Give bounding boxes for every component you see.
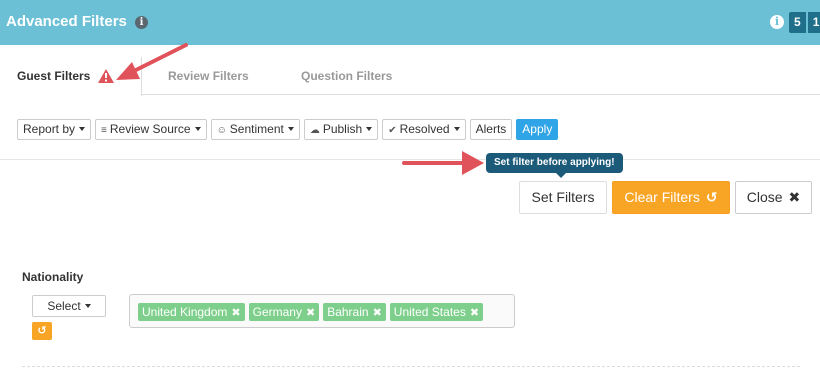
- rss-icon: ≡: [101, 125, 107, 136]
- reset-nationality-button[interactable]: ↺: [32, 322, 52, 340]
- tab-review-filters[interactable]: Review Filters: [168, 57, 249, 95]
- publish-label: Publish: [322, 122, 363, 136]
- undo-icon: ↺: [37, 325, 47, 337]
- top-header: Advanced Filters i i 5 1: [0, 0, 820, 45]
- review-source-label: Review Source: [109, 122, 191, 136]
- header-badge[interactable]: 5: [789, 12, 806, 33]
- tag-label: United Kingdom: [142, 305, 228, 319]
- nationality-tag: United Kingdom ✖: [138, 303, 245, 321]
- set-filters-label: Set Filters: [531, 189, 595, 205]
- remove-tag-icon[interactable]: ✖: [373, 307, 382, 319]
- remove-tag-icon[interactable]: ✖: [231, 307, 240, 319]
- close-button[interactable]: Close ✖: [735, 181, 812, 214]
- tab-label: Question Filters: [301, 69, 393, 83]
- alerts-button[interactable]: Alerts: [469, 119, 513, 140]
- caret-down-icon: [366, 127, 373, 131]
- section-divider: [22, 366, 800, 367]
- review-source-dropdown[interactable]: ≡ Review Source: [95, 119, 207, 140]
- header-badges: 5 1: [789, 12, 820, 33]
- clear-filters-label: Clear Filters: [624, 189, 700, 205]
- page-title: Advanced Filters: [6, 13, 127, 30]
- apply-label: Apply: [522, 122, 553, 136]
- tag-label: Bahrain: [327, 305, 369, 319]
- caret-down-icon: [194, 127, 201, 131]
- tab-guest-filters[interactable]: Guest Filters: [0, 57, 142, 96]
- tooltip-pointer: [556, 173, 566, 178]
- caret-down-icon: [453, 127, 460, 131]
- nationality-tag: Bahrain ✖: [323, 303, 386, 321]
- tab-label: Review Filters: [168, 69, 249, 83]
- header-badge[interactable]: 1: [807, 12, 820, 33]
- alerts-label: Alerts: [475, 122, 507, 136]
- smile-icon: ☺: [216, 125, 227, 136]
- caret-down-icon: [79, 127, 86, 131]
- close-icon: ✖: [788, 189, 801, 205]
- nationality-label: Nationality: [22, 270, 84, 284]
- info-icon[interactable]: i: [135, 16, 148, 29]
- tag-label: Germany: [252, 305, 302, 319]
- publish-dropdown[interactable]: ☁ Publish: [303, 119, 379, 140]
- info-icon[interactable]: i: [770, 15, 784, 29]
- nationality-tag: Germany ✖: [248, 303, 320, 321]
- tab-label: Guest Filters: [17, 69, 91, 83]
- undo-icon: ↺: [705, 189, 718, 205]
- select-label: Select: [47, 299, 81, 313]
- tab-question-filters[interactable]: Question Filters: [301, 57, 392, 95]
- clear-filters-button[interactable]: Clear Filters ↺: [612, 181, 730, 214]
- nationality-tag: United States ✖: [389, 303, 484, 321]
- resolved-label: Resolved: [399, 122, 450, 136]
- apply-button[interactable]: Apply: [516, 119, 559, 140]
- report-by-label: Report by: [23, 122, 76, 136]
- filter-tabs: Guest Filters Review Filters Question Fi…: [0, 57, 820, 96]
- sentiment-dropdown[interactable]: ☺ Sentiment: [210, 119, 300, 140]
- tag-list: United Kingdom ✖ Germany ✖ Bahrain ✖ United…: [138, 303, 484, 321]
- annotation-arrow: [402, 151, 484, 175]
- resolved-dropdown[interactable]: ✔ Resolved: [382, 119, 466, 140]
- check-icon: ✔: [388, 125, 397, 136]
- cloud-upload-icon: ☁: [309, 125, 320, 136]
- filter-tooltip: Set filter before applying!: [486, 153, 623, 173]
- remove-tag-icon[interactable]: ✖: [306, 307, 315, 319]
- report-by-dropdown[interactable]: Report by: [17, 119, 92, 140]
- close-label: Close: [746, 189, 783, 205]
- nationality-select[interactable]: Select: [32, 295, 106, 317]
- divider: [0, 159, 820, 160]
- remove-tag-icon[interactable]: ✖: [470, 307, 479, 319]
- warning-icon: [98, 69, 114, 83]
- sentiment-label: Sentiment: [229, 122, 284, 136]
- set-filters-button[interactable]: Set Filters: [519, 181, 607, 214]
- nationality-tag-input[interactable]: United Kingdom ✖ Germany ✖ Bahrain ✖ United…: [129, 294, 515, 328]
- tag-label: United States: [393, 305, 466, 319]
- caret-down-icon: [287, 127, 294, 131]
- caret-down-icon: [84, 304, 91, 308]
- filter-toolbar: Report by ≡ Review Source ☺ Sentiment ☁ Pub…: [17, 119, 559, 140]
